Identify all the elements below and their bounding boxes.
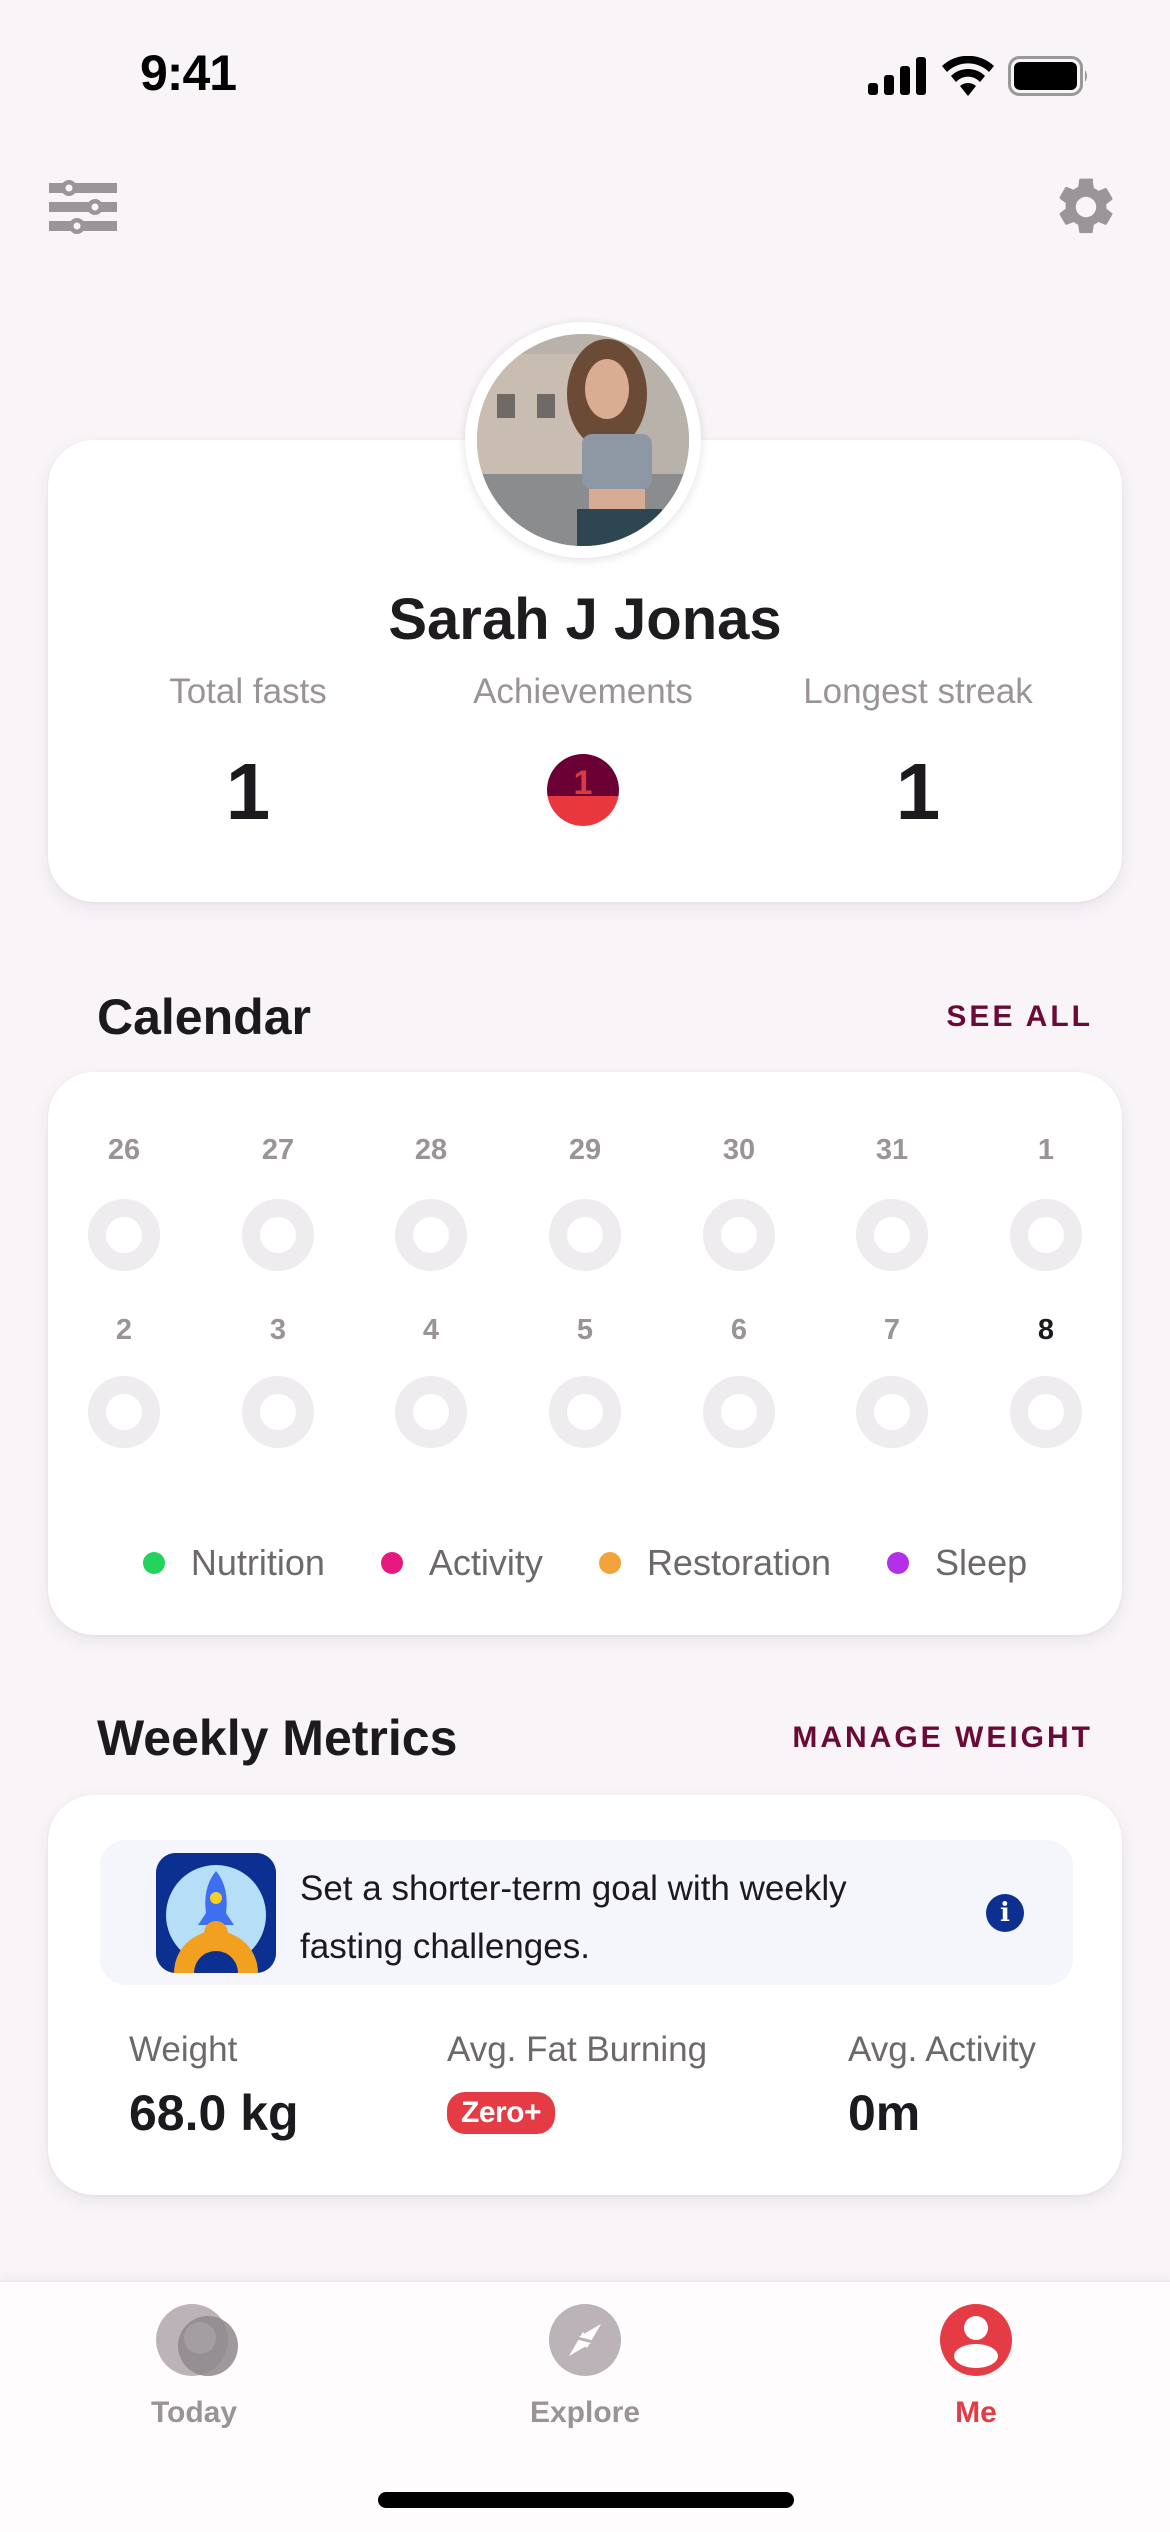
calendar-day-ring[interactable] <box>88 1376 160 1448</box>
metric-weight[interactable]: Weight 68.0 kg <box>129 2030 299 2142</box>
activity-dot-icon <box>380 1552 403 1574</box>
manage-weight-link[interactable]: MANAGE WEIGHT <box>792 1721 1093 1755</box>
calendar-day-ring[interactable] <box>856 1199 928 1271</box>
stat-label: Total fasts <box>169 672 327 711</box>
calendar-day-label: 8 <box>1037 1314 1055 1346</box>
nutrition-dot-icon <box>142 1552 165 1574</box>
signal-icon <box>868 57 926 95</box>
calendar-day-ring[interactable] <box>242 1199 314 1271</box>
calendar-day-label: 31 <box>875 1134 909 1166</box>
stat-value: 1 <box>225 747 271 836</box>
avatar-photo <box>477 334 689 546</box>
calendar-title: Calendar <box>97 989 311 1045</box>
calendar-day-label: 1 <box>1037 1134 1055 1166</box>
see-all-link[interactable]: SEE ALL <box>946 1000 1093 1034</box>
calendar-day-ring[interactable] <box>395 1199 467 1271</box>
filter-button[interactable] <box>47 171 119 243</box>
calendar-day-label: 27 <box>261 1134 295 1166</box>
battery-icon <box>1008 56 1087 96</box>
calendar-day-ring[interactable] <box>1010 1199 1082 1271</box>
calendar-day-ring[interactable] <box>703 1199 775 1271</box>
nav-label: Today <box>150 2396 238 2429</box>
wifi-icon <box>942 56 994 96</box>
banner-text: Set a shorter-term goal with weekly fast… <box>300 1869 847 1966</box>
info-icon[interactable]: i <box>986 1894 1024 1932</box>
sleep-dot-icon <box>887 1552 910 1574</box>
tab-today[interactable]: Today <box>94 2302 294 2430</box>
calendar-day-ring[interactable] <box>1010 1376 1082 1448</box>
weekly-metrics-card: Set a shorter-term goal with weekly fast… <box>48 1795 1122 2195</box>
legend-label: Nutrition <box>190 1542 325 1583</box>
stat-value: 1 <box>895 747 941 836</box>
calendar-day-label: 26 <box>107 1134 141 1166</box>
profile-name: Sarah J Jonas <box>388 587 782 652</box>
legend-label: Sleep <box>935 1542 1028 1583</box>
stat-label: Longest streak <box>803 672 1033 711</box>
weekly-metrics-title: Weekly Metrics <box>97 1710 458 1766</box>
metric-label: Avg. Activity <box>848 2030 1037 2069</box>
calendar-card: 26 27 28 29 30 31 1 2 3 4 5 6 7 8 Nutrition Activity … <box>48 1072 1122 1635</box>
calendar-day-ring[interactable] <box>242 1376 314 1448</box>
rocket-icon <box>156 1853 276 1973</box>
metric-activity[interactable]: Avg. Activity 0m <box>848 2030 1036 2142</box>
calendar-day-ring[interactable] <box>856 1376 928 1448</box>
avatar[interactable] <box>465 322 701 558</box>
metric-value: 68.0 kg <box>129 2085 299 2141</box>
calendar-day-label: 7 <box>883 1314 901 1346</box>
achievement-badge-icon: 1 <box>547 754 619 826</box>
calendar-day-ring[interactable] <box>395 1376 467 1448</box>
tab-me[interactable]: Me <box>876 2302 1076 2430</box>
calendar-day-label: 30 <box>722 1134 756 1166</box>
challenge-banner[interactable]: Set a shorter-term goal with weekly fast… <box>100 1840 1073 1985</box>
metric-fat-burning[interactable]: Avg. Fat Burning Zero+ <box>447 2030 707 2134</box>
stat-achievements[interactable]: Achievements 1 <box>418 672 748 826</box>
calendar-day-label: 4 <box>422 1314 440 1346</box>
legend-item-sleep: Sleep <box>887 1542 1027 1584</box>
stat-label: Achievements <box>473 672 693 711</box>
today-icon <box>156 2302 238 2378</box>
metric-label: Avg. Fat Burning <box>447 2030 708 2069</box>
gear-icon <box>1059 178 1113 234</box>
zero-plus-badge: Zero+ <box>447 2092 556 2134</box>
calendar-legend: Nutrition Activity Restoration Sleep <box>48 1542 1122 1584</box>
tab-explore[interactable]: Explore <box>485 2302 685 2430</box>
achievement-count: 1 <box>573 764 593 802</box>
legend-item-restoration: Restoration <box>598 1542 832 1584</box>
calendar-day-ring[interactable] <box>549 1199 621 1271</box>
legend-label: Activity <box>428 1542 543 1583</box>
profile-icon <box>938 2302 1014 2378</box>
metric-value: 0m <box>848 2085 921 2141</box>
settings-button[interactable] <box>1050 171 1122 243</box>
stat-longest-streak[interactable]: Longest streak 1 <box>753 672 1083 832</box>
calendar-day-ring[interactable] <box>549 1376 621 1448</box>
calendar-day-label: 6 <box>730 1314 748 1346</box>
calendar-day-label: 28 <box>414 1134 448 1166</box>
calendar-day-ring[interactable] <box>703 1376 775 1448</box>
status-time: 9:41 <box>140 45 237 101</box>
status-icons <box>868 56 1090 96</box>
nav-label: Explore <box>529 2396 641 2429</box>
calendar-day-label: 2 <box>115 1314 133 1346</box>
compass-icon <box>547 2302 623 2378</box>
calendar-day-label: 5 <box>576 1314 594 1346</box>
sliders-icon <box>49 180 117 234</box>
metric-label: Weight <box>129 2030 238 2069</box>
calendar-day-ring[interactable] <box>88 1199 160 1271</box>
nav-label: Me <box>955 2396 997 2429</box>
calendar-day-label: 3 <box>269 1314 287 1346</box>
restoration-dot-icon <box>598 1552 621 1574</box>
home-indicator[interactable] <box>378 2492 794 2508</box>
stat-total-fasts[interactable]: Total fasts 1 <box>83 672 413 832</box>
calendar-day-label: 29 <box>568 1134 602 1166</box>
legend-label: Restoration <box>646 1542 832 1583</box>
legend-item-activity: Activity <box>380 1542 543 1584</box>
legend-item-nutrition: Nutrition <box>142 1542 325 1584</box>
